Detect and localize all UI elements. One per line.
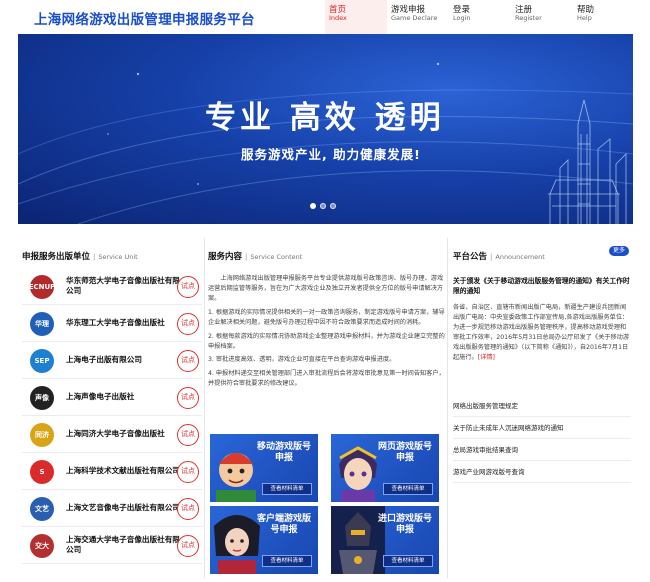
featured-notice-title[interactable]: 关于颁发《关于移动游戏出版服务管理的通知》有关工作时限的通知 — [453, 276, 631, 296]
nav-item-game-declare[interactable]: 游戏申报 Game Declare — [387, 0, 449, 34]
column-divider — [447, 238, 448, 578]
hero-banner[interactable]: 专业 高效 透明 服务游戏产业, 助力健康发展! — [18, 34, 633, 224]
carousel-dot[interactable] — [320, 203, 326, 209]
section-title: 服务内容 — [208, 252, 243, 262]
unit-name: 上海同济大学电子音像出版社 — [66, 428, 165, 438]
unit-name: 上海科学技术文献出版社有限公司 — [66, 465, 180, 475]
tile-title: 客户端游戏版号申报 — [256, 514, 311, 536]
city-skyline-icon — [548, 99, 627, 224]
nav-item-register[interactable]: 注册 Register — [511, 0, 573, 34]
section-title: 平台公告 — [453, 252, 488, 262]
nav-label-en: Help — [577, 13, 592, 22]
publisher-logo-icon: 声像 — [30, 386, 54, 410]
trial-badge[interactable]: 试点 — [177, 350, 199, 372]
main-nav: 首页 Index 游戏申报 Game Declare 登录 Login 注册 R… — [325, 0, 635, 34]
publisher-logo-icon: 同济 — [30, 423, 54, 447]
trial-badge[interactable]: 试点 — [177, 276, 199, 298]
list-item[interactable]: 同济 上海同济大学电子音像出版社 试点 — [22, 416, 202, 453]
web-game-declare-tile[interactable]: 网页游戏版号申报 查看材料清单 — [331, 434, 439, 502]
service-point: 2. 根据每款游戏的实际情况协助游戏企业整理游戏申报材料，并为游戏企业建立完整的… — [208, 332, 445, 350]
nav-label-en: Index — [329, 13, 347, 22]
section-title-en: Announcement — [495, 253, 545, 261]
import-game-declare-tile[interactable]: 进口游戏版号申报 查看材料清单 — [331, 506, 439, 574]
nav-label-en: Login — [453, 13, 471, 22]
section-title-en: Service Content — [250, 253, 303, 261]
list-item[interactable]: ECNUP 华东师范大学电子音像出版社有限公司 试点 — [22, 268, 202, 305]
site-title[interactable]: 上海网络游戏出版管理申报服务平台 — [34, 8, 255, 28]
list-item[interactable]: 文艺 上海文艺音像电子出版社有限公司 试点 — [22, 490, 202, 527]
publisher-logo-icon: 文艺 — [30, 497, 54, 521]
trial-badge[interactable]: 试点 — [177, 313, 199, 335]
banner-slogan: 专业 高效 透明 — [205, 100, 445, 136]
carousel-dot[interactable] — [310, 203, 316, 209]
trial-badge[interactable]: 试点 — [177, 424, 199, 446]
publisher-logo-icon: S — [30, 460, 54, 484]
tile-title: 网页游戏版号申报 — [377, 442, 432, 464]
unit-name: 上海文艺音像电子出版社有限公司 — [66, 502, 180, 512]
nav-label-en: Register — [515, 13, 542, 22]
list-item[interactable]: 关于防止未成年人沉迷网络游戏的通知 — [453, 417, 631, 439]
section-title: 申报服务出版单位 — [22, 252, 91, 262]
column-divider — [204, 238, 205, 578]
service-intro: 上海网络游戏出版管理申报服务平台专业提供游戏版号政策咨询、版号办理、游戏运营后期… — [208, 275, 444, 302]
nav-item-login[interactable]: 登录 Login — [449, 0, 511, 34]
material-list-button[interactable]: 查看材料清单 — [383, 483, 433, 495]
list-item[interactable]: 华理 华东理工大学电子音像出版社 试点 — [22, 305, 202, 342]
publisher-logo-icon: 华理 — [30, 312, 54, 336]
tile-title: 进口游戏版号申报 — [377, 514, 432, 536]
trial-badge[interactable]: 试点 — [177, 498, 199, 520]
trial-badge[interactable]: 试点 — [177, 535, 199, 557]
tile-title: 移动游戏版号申报 — [256, 442, 311, 464]
notices-section-header: 平台公告 | Announcement — [453, 244, 545, 262]
material-list-button[interactable]: 查看材料清单 — [383, 555, 433, 567]
detail-link[interactable]: [详情] — [478, 354, 495, 361]
section-separator: | — [490, 253, 493, 261]
banner-subtitle: 服务游戏产业, 助力健康发展! — [241, 147, 421, 162]
more-button[interactable]: 更多 — [609, 246, 629, 256]
unit-name: 华东师范大学电子音像出版社有限公司 — [66, 275, 180, 295]
unit-name: 上海声像电子出版社 — [66, 391, 135, 401]
material-list-button[interactable]: 查看材料清单 — [262, 483, 312, 495]
notice-body-text: 各省、自治区、直辖市新闻出版广电局，新疆生产建设兵团新闻出版广电局：中央宣委政策… — [453, 304, 630, 361]
trial-badge[interactable]: 试点 — [177, 461, 199, 483]
section-title-en: Service Unit — [98, 253, 138, 261]
list-item[interactable]: 游戏产业网游戏版号查询 — [453, 461, 631, 483]
publisher-logo-icon: 交大 — [30, 534, 54, 558]
units-section-header: 申报服务出版单位 | Service Unit — [22, 244, 138, 262]
trial-badge[interactable]: 试点 — [177, 387, 199, 409]
list-item[interactable]: SEP 上海电子出版有限公司 试点 — [22, 342, 202, 379]
unit-name: 华东理工大学电子音像出版社 — [66, 317, 165, 327]
list-item[interactable]: 交大 上海交通大学电子音像出版社有限公司 试点 — [22, 527, 202, 564]
service-section-header: 服务内容 | Service Content — [208, 244, 303, 262]
nav-item-help[interactable]: 帮助 Help — [573, 0, 635, 34]
list-item[interactable]: 总局游戏审批结果查询 — [453, 439, 631, 461]
unit-name: 上海交通大学电子音像出版社有限公司 — [66, 534, 180, 554]
publisher-logo-icon: SEP — [30, 349, 54, 373]
section-separator: | — [93, 253, 96, 261]
unit-name: 上海电子出版有限公司 — [66, 354, 142, 364]
nav-item-index[interactable]: 首页 Index — [325, 0, 387, 34]
mobile-game-declare-tile[interactable]: 移动游戏版号申报 查看材料清单 — [210, 434, 318, 502]
nav-label-en: Game Declare — [391, 13, 438, 22]
section-separator: | — [245, 253, 248, 261]
notice-list: 网络出版服务管理规定 关于防止未成年人沉迷网络游戏的通知 总局游戏审批结果查询 … — [453, 395, 631, 483]
service-point: 3. 审批进度高效、透明，游戏企业可直接在平台查询游戏申报进度。 — [208, 356, 396, 364]
service-point: 1. 根据游戏的实际情况提供相关的一对一政策咨询服务，制定游戏版号申请方案，辅导… — [208, 308, 445, 326]
list-item[interactable]: 网络出版服务管理规定 — [453, 395, 631, 417]
list-item[interactable]: S 上海科学技术文献出版社有限公司 试点 — [22, 453, 202, 490]
material-list-button[interactable]: 查看材料清单 — [262, 555, 312, 567]
carousel-dots — [310, 203, 336, 209]
carousel-dot[interactable] — [330, 203, 336, 209]
service-point: 4. 申报材料递交至相关管理部门进入审批流程后会将游戏审批意见第一时间告知客户，… — [208, 370, 445, 388]
service-unit-list: ECNUP 华东师范大学电子音像出版社有限公司 试点 华理 华东理工大学电子音像… — [22, 268, 202, 564]
list-item[interactable]: 声像 上海声像电子出版社 试点 — [22, 379, 202, 416]
publisher-logo-icon: ECNUP — [29, 275, 55, 299]
site-header: 上海网络游戏出版管理申报服务平台 首页 Index 游戏申报 Game Decl… — [0, 0, 650, 34]
service-description: 上海网络游戏出版管理申报服务平台专业提供游戏版号政策咨询、版号办理、游戏运营后期… — [208, 274, 446, 393]
featured-notice-body: 各省、自治区、直辖市新闻出版广电局，新疆生产建设兵团新闻出版广电局：中央宣委政策… — [453, 303, 631, 363]
client-game-declare-tile[interactable]: 客户端游戏版号申报 查看材料清单 — [210, 506, 318, 574]
